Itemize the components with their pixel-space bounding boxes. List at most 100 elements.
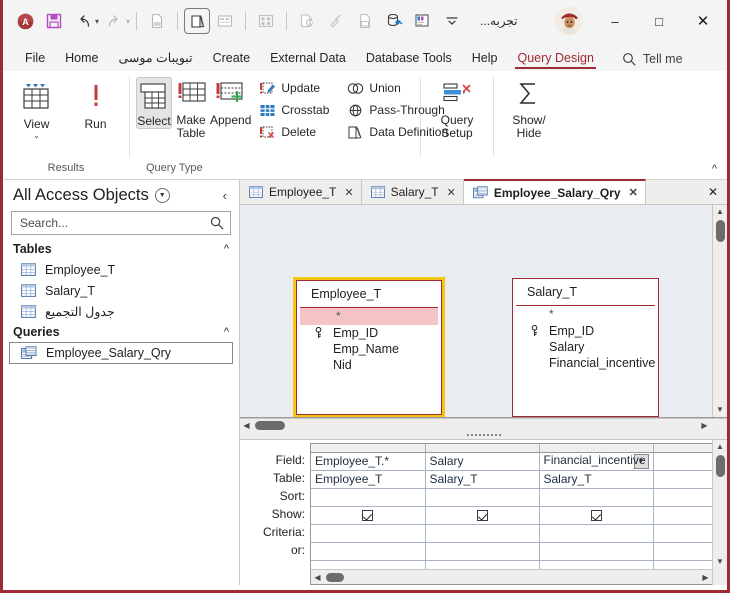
qbe-row-sort[interactable] (311, 488, 712, 507)
tell-me-search[interactable]: Tell me (622, 52, 683, 71)
tab-query-design[interactable]: Query Design (507, 48, 603, 71)
qbe-column-selector[interactable] (425, 444, 540, 453)
tab-external-data[interactable]: External Data (260, 48, 356, 71)
qbe-cell-table-4[interactable] (653, 470, 712, 489)
show-hide-button[interactable]: Show/ Hide (500, 77, 558, 140)
tab-custom-arabic[interactable]: تبويبات موسى (109, 47, 203, 71)
design-table-employee-t[interactable]: Employee_T * Emp_ID Emp_Name Nid (293, 277, 445, 417)
tab-home[interactable]: Home (55, 48, 108, 71)
design-field-emp-id[interactable]: Emp_ID (297, 325, 441, 341)
tab-database-tools[interactable]: Database Tools (356, 48, 462, 71)
design-field-emp-id[interactable]: Emp_ID (513, 323, 658, 339)
qbe-cell-or-4[interactable] (653, 542, 712, 561)
design-field-salary[interactable]: Salary (513, 339, 658, 355)
show-checkbox[interactable] (362, 510, 374, 522)
qbe-cell-criteria-1[interactable] (311, 524, 426, 543)
avatar[interactable] (555, 7, 583, 35)
qbe-cell-field-3[interactable]: ▼ Financial_incentive (539, 452, 654, 471)
crosstab-query-item[interactable]: Crosstab (257, 99, 335, 121)
design-field-financial-incentive[interactable]: Financial_incentive (513, 355, 658, 371)
sidebar-item-arabic-table[interactable]: جدول التجميع (3, 301, 239, 322)
delete-query-item[interactable]: Delete (257, 121, 335, 143)
qbe-cell-field-2[interactable]: Salary (425, 452, 540, 471)
design-table-star-field[interactable]: * (513, 306, 658, 323)
close-icon[interactable]: ✕ (629, 186, 638, 199)
scroll-up-arrow-icon[interactable]: ▲ (716, 440, 724, 454)
qbe-cell-or-1[interactable] (311, 542, 426, 561)
qbe-cell-criteria-3[interactable] (539, 524, 654, 543)
scroll-left-arrow-icon[interactable]: ◀ (311, 573, 324, 582)
make-table-query-button[interactable]: Make Table (174, 77, 208, 140)
qbe-column-selector[interactable] (311, 444, 426, 453)
database-tools-icon[interactable] (380, 7, 408, 35)
qbe-table[interactable]: Employee_T.* Salary ▼ Financial_incentiv… (310, 443, 712, 585)
qbe-row-show[interactable] (311, 506, 712, 525)
scroll-down-arrow-icon[interactable]: ▼ (716, 555, 724, 569)
tab-file[interactable]: File (15, 48, 55, 71)
design-surface-vertical-scrollbar[interactable]: ▲ ▼ (712, 205, 727, 417)
design-field-emp-name[interactable]: Emp_Name (297, 341, 441, 357)
ribbon-collapse-chevron-icon[interactable]: ^ (712, 163, 717, 175)
qbe-column-selector[interactable] (539, 444, 654, 453)
scroll-thumb[interactable] (326, 572, 344, 582)
design-view-icon[interactable] (184, 8, 211, 34)
close-all-documents-button[interactable]: ✕ (699, 180, 727, 204)
tab-create[interactable]: Create (203, 48, 261, 71)
tab-help[interactable]: Help (462, 48, 508, 71)
qbe-cell-show-4[interactable] (653, 506, 712, 525)
qbe-cell-table-3[interactable]: Salary_T (539, 470, 654, 489)
customize-qat-icon[interactable] (438, 7, 466, 35)
search-icon[interactable] (210, 216, 224, 230)
qbe-cell-sort-2[interactable] (425, 488, 540, 507)
compact-repair-icon[interactable] (409, 7, 437, 35)
show-checkbox[interactable] (590, 510, 602, 522)
qbe-row-criteria[interactable] (311, 524, 712, 543)
sidebar-item-employee-t[interactable]: Employee_T (3, 259, 239, 280)
doc-tab-employee-salary-qry[interactable]: Employee_Salary_Qry ✕ (463, 179, 646, 204)
close-icon[interactable]: ✕ (344, 186, 353, 199)
qbe-cell-criteria-4[interactable] (653, 524, 712, 543)
access-logo-icon[interactable]: A (11, 7, 39, 35)
query-setup-button[interactable]: Query Setup (427, 77, 487, 140)
nav-group-tables-header[interactable]: Tables ^ (3, 239, 239, 259)
chevron-up-icon[interactable]: ^ (224, 243, 229, 255)
sidebar-item-salary-t[interactable]: Salary_T (3, 280, 239, 301)
scroll-down-arrow-icon[interactable]: ▼ (716, 403, 724, 417)
search-box[interactable] (11, 211, 231, 235)
chevron-left-icon[interactable]: ‹ (223, 188, 231, 203)
qbe-cell-criteria-2[interactable] (425, 524, 540, 543)
nav-group-queries-header[interactable]: Queries ^ (3, 322, 239, 342)
show-checkbox[interactable] (476, 510, 488, 522)
design-table-salary-t[interactable]: Salary_T * Emp_ID Salary Financial_incen… (512, 278, 659, 417)
qbe-cell-table-1[interactable]: Employee_T (311, 470, 426, 489)
qbe-column-selector-row[interactable] (311, 444, 712, 453)
minimize-button[interactable]: – (593, 1, 637, 41)
qbe-horizontal-scrollbar[interactable]: ◀ ▶ (311, 569, 712, 584)
save-icon[interactable] (40, 7, 68, 35)
join-line[interactable] (445, 211, 517, 231)
design-surface-horizontal-scrollbar[interactable]: ◀ ▶ (240, 418, 727, 431)
design-field-nid[interactable]: Nid (297, 357, 441, 373)
qbe-row-table[interactable]: Employee_T Salary_T Salary_T (311, 470, 712, 489)
append-query-button[interactable]: Append (210, 77, 251, 127)
qbe-cell-or-2[interactable] (425, 542, 540, 561)
qbe-cell-sort-3[interactable] (539, 488, 654, 507)
scroll-right-arrow-icon[interactable]: ▶ (698, 421, 711, 430)
doc-tab-salary-t[interactable]: Salary_T ✕ (361, 180, 464, 204)
view-button[interactable]: View ⌄ (9, 77, 64, 140)
qbe-column-selector[interactable] (653, 444, 712, 453)
qbe-vertical-scrollbar[interactable]: ▲ ▼ (712, 440, 727, 585)
scroll-thumb[interactable] (715, 455, 725, 477)
chevron-down-circle-icon[interactable]: ▼ (154, 188, 170, 203)
update-query-item[interactable]: Update (257, 77, 335, 99)
qbe-cell-table-2[interactable]: Salary_T (425, 470, 540, 489)
pane-splitter[interactable] (240, 431, 727, 440)
select-query-button[interactable]: Select (136, 77, 172, 129)
qbe-row-or[interactable] (311, 542, 712, 561)
scroll-up-arrow-icon[interactable]: ▲ (716, 205, 724, 219)
qbe-cell-sort-4[interactable] (653, 488, 712, 507)
design-table-star-field[interactable]: * (300, 308, 438, 325)
qbe-cell-show-2[interactable] (425, 506, 540, 525)
qbe-cell-field-1[interactable]: Employee_T.* (311, 452, 426, 471)
qbe-cell-field-4[interactable] (653, 452, 712, 471)
